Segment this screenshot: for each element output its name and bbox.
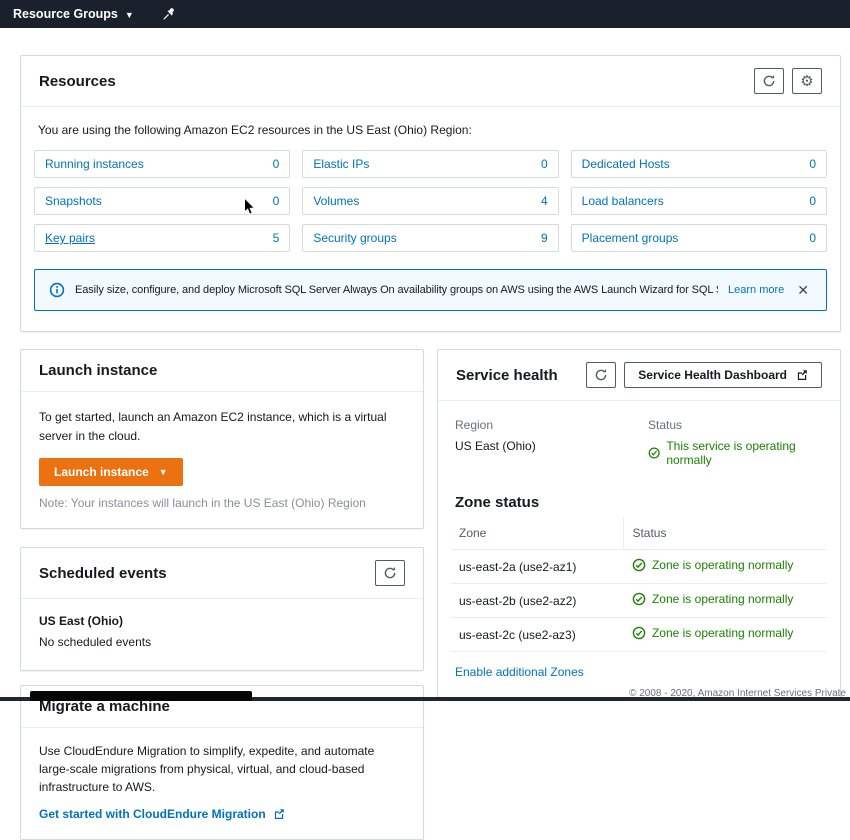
zone-status-title: Zone status [455, 494, 823, 511]
copyright-text: © 2008 - 2020, Amazon Internet Services … [629, 688, 846, 699]
scheduled-events-empty: No scheduled events [39, 635, 405, 649]
chevron-down-icon: ▼ [159, 467, 168, 477]
zone-name: us-east-2b (use2-az2) [451, 584, 624, 618]
learn-more-link[interactable]: Learn more [728, 284, 784, 296]
resources-card: Resources ⚙ You are using the following … [20, 55, 841, 332]
launch-instance-note: Note: Your instances will launch in the … [39, 496, 405, 510]
resource-link-running-instances[interactable]: Running instances 0 [34, 150, 290, 178]
status-label: Status [648, 418, 823, 432]
launch-instance-title: Launch instance [39, 362, 157, 379]
resources-header: Resources ⚙ [21, 56, 840, 107]
service-health-refresh-button[interactable] [586, 362, 616, 388]
cloudendure-migration-link[interactable]: Get started with CloudEndure Migration [39, 805, 285, 823]
zone-name: us-east-2a (use2-az1) [451, 550, 624, 584]
resource-link-snapshots[interactable]: Snapshots 0 [34, 187, 290, 215]
scheduled-events-title: Scheduled events [39, 565, 167, 582]
top-navigation-bar: Resource Groups ▼ [0, 0, 850, 28]
resources-title: Resources [39, 73, 116, 90]
resources-settings-button[interactable]: ⚙ [792, 68, 822, 94]
sql-server-info-banner: Easily size, configure, and deploy Micro… [34, 269, 827, 311]
refresh-icon [594, 368, 608, 382]
resource-link-load-balancers[interactable]: Load balancers 0 [571, 187, 827, 215]
launch-instance-header: Launch instance [21, 350, 423, 392]
service-health-summary: Region US East (Ohio) Status This servic… [455, 418, 823, 467]
close-icon[interactable]: ✕ [794, 283, 812, 297]
zone-name: us-east-2c (use2-az3) [451, 618, 624, 652]
migrate-machine-description: Use CloudEndure Migration to simplify, e… [39, 744, 374, 794]
refresh-icon [383, 566, 397, 580]
zone-row: us-east-2a (use2-az1) Zone is operating … [451, 550, 827, 584]
resource-link-volumes[interactable]: Volumes 4 [302, 187, 558, 215]
scheduled-events-header: Scheduled events [21, 548, 423, 599]
resource-link-placement-groups[interactable]: Placement groups 0 [571, 224, 827, 252]
zone-row: us-east-2c (use2-az3) Zone is operating … [451, 618, 827, 652]
zone-status-text: Zone is operating normally [652, 626, 793, 640]
service-health-dashboard-button[interactable]: Service Health Dashboard [624, 362, 822, 388]
zone-status: Zone is operating normally [632, 592, 793, 606]
resources-intro: You are using the following Amazon EC2 r… [38, 123, 823, 137]
zone-status-text: Zone is operating normally [652, 592, 793, 606]
zone-status: Zone is operating normally [632, 558, 793, 572]
resource-groups-label: Resource Groups [13, 7, 118, 21]
migrate-machine-card: Migrate a machine Use CloudEndure Migrat… [20, 685, 424, 840]
service-health-card: Service health Service Health Dashboard [437, 349, 841, 698]
check-circle-icon [632, 558, 646, 572]
info-icon [49, 282, 65, 298]
zone-status: Zone is operating normally [632, 626, 793, 640]
scheduled-events-refresh-button[interactable] [375, 560, 405, 586]
status-column-header: Status [624, 517, 827, 550]
launch-instance-description: To get started, launch an Amazon EC2 ins… [39, 408, 405, 445]
refresh-icon [762, 74, 776, 88]
enable-additional-zones-link[interactable]: Enable additional Zones [455, 665, 584, 679]
resource-link-dedicated-hosts[interactable]: Dedicated Hosts 0 [571, 150, 827, 178]
launch-instance-button[interactable]: Launch instance ▼ [39, 458, 183, 486]
service-status-text: This service is operating normally [666, 439, 823, 467]
zone-column-header: Zone [451, 517, 624, 550]
check-circle-icon [648, 446, 660, 460]
dashboard-content: Resources ⚙ You are using the following … [0, 28, 850, 840]
resources-refresh-button[interactable] [754, 68, 784, 94]
resource-link-security-groups[interactable]: Security groups 9 [302, 224, 558, 252]
banner-text: Easily size, configure, and deploy Micro… [75, 284, 718, 296]
link-status-tooltip [30, 691, 252, 701]
zone-status-table: Zone Status us-east-2a (use2-az1) [451, 517, 827, 652]
scheduled-events-card: Scheduled events US East (Ohio) No sched… [20, 547, 424, 671]
service-status: This service is operating normally [648, 439, 823, 467]
pin-icon[interactable] [162, 7, 176, 21]
resource-link-elastic-ips[interactable]: Elastic IPs 0 [302, 150, 558, 178]
service-health-title: Service health [456, 367, 558, 384]
scheduled-events-region: US East (Ohio) [39, 614, 405, 628]
check-circle-icon [632, 626, 646, 640]
gear-icon: ⚙ [800, 74, 813, 89]
resource-groups-menu[interactable]: Resource Groups ▼ [13, 7, 134, 21]
region-label: Region [455, 418, 630, 432]
external-link-icon [796, 369, 808, 381]
resource-counts-grid: Running instances 0 Elastic IPs 0 Dedica… [34, 150, 827, 252]
service-health-header: Service health Service Health Dashboard [438, 350, 840, 401]
region-value: US East (Ohio) [455, 439, 630, 453]
zone-status-text: Zone is operating normally [652, 558, 793, 572]
resource-link-key-pairs[interactable]: Key pairs 5 [34, 224, 290, 252]
launch-instance-card: Launch instance To get started, launch a… [20, 349, 424, 529]
zone-row: us-east-2b (use2-az2) Zone is operating … [451, 584, 827, 618]
external-link-icon [273, 808, 285, 820]
chevron-down-icon: ▼ [125, 10, 134, 20]
check-circle-icon [632, 592, 646, 606]
